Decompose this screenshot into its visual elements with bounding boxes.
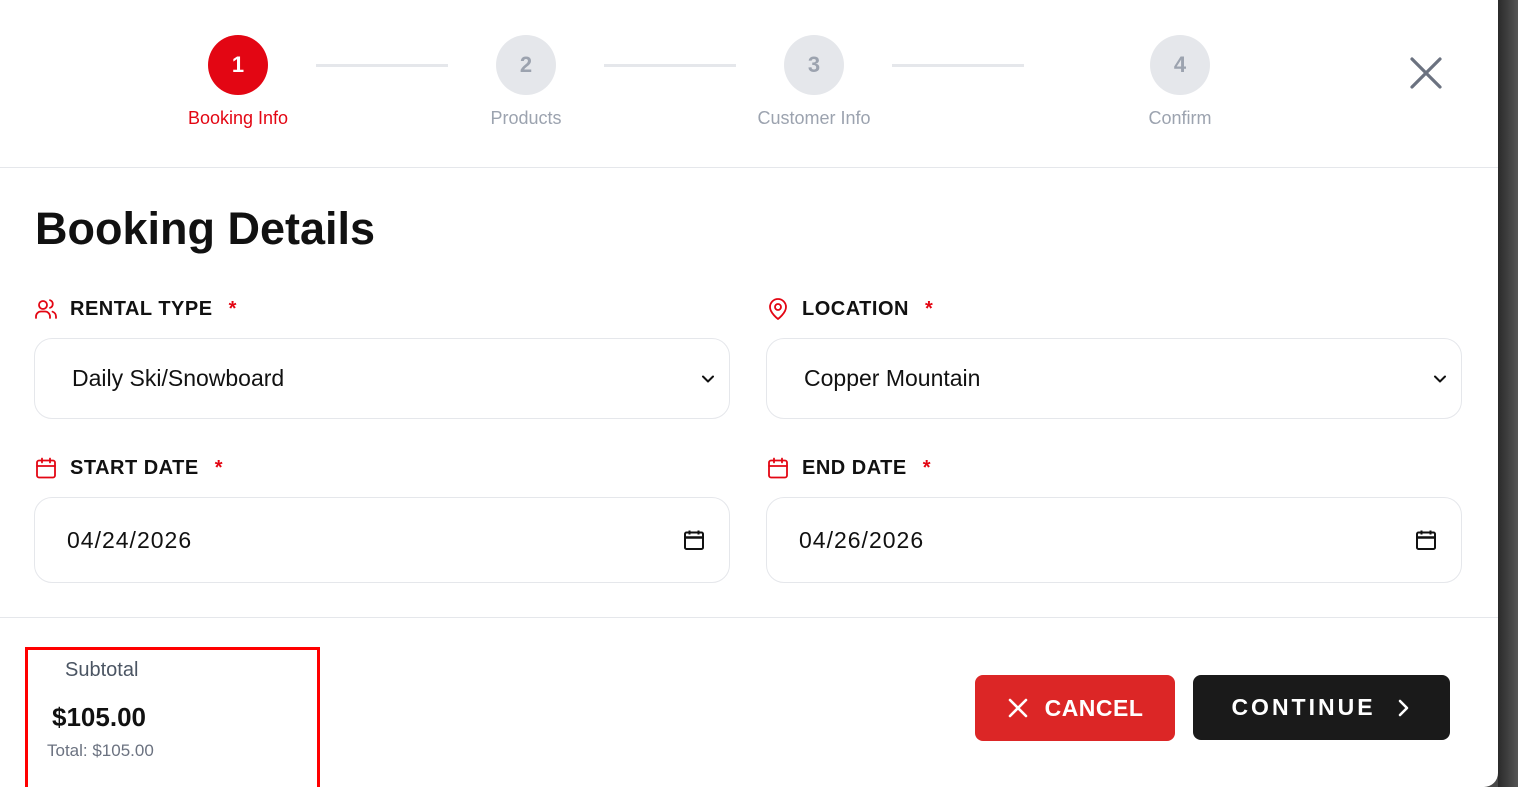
page-title: Booking Details: [35, 203, 376, 254]
stepper: 1 Booking Info 2 Products 3 Customer Inf…: [0, 0, 1498, 168]
start-date-input[interactable]: 04/24/2026: [34, 497, 730, 583]
required-marker: *: [228, 297, 237, 320]
location-label-row: LOCATION *: [766, 294, 1462, 324]
subtotal-label: Subtotal: [65, 659, 139, 681]
required-marker: *: [214, 456, 223, 479]
calendar-picker-icon[interactable]: [683, 529, 705, 551]
end-date-label: END DATE: [802, 456, 907, 479]
location-select[interactable]: Copper Mountain: [766, 338, 1462, 419]
step-connector: [892, 64, 1024, 67]
users-icon: [34, 297, 58, 321]
close-icon: [1410, 57, 1442, 89]
chevron-right-icon: [1376, 698, 1412, 718]
step-customer-info: 3 Customer Info: [734, 35, 894, 129]
end-date-label-row: END DATE *: [766, 453, 1462, 483]
calendar-icon: [34, 456, 58, 480]
rental-type-label: RENTAL TYPE: [70, 297, 213, 320]
step-products: 2 Products: [446, 35, 606, 129]
modal-backdrop[interactable]: [1498, 0, 1518, 787]
cancel-label: CANCEL: [1044, 694, 1144, 721]
location-value: Copper Mountain: [804, 365, 981, 391]
step-number: 1: [208, 35, 268, 95]
booking-modal: 1 Booking Info 2 Products 3 Customer Inf…: [0, 0, 1498, 787]
rental-type-select[interactable]: Daily Ski/Snowboard: [34, 338, 730, 419]
required-marker: *: [922, 456, 932, 479]
step-number: 3: [784, 35, 844, 95]
step-connector: [316, 64, 448, 67]
total-line: Total: $105.00: [47, 741, 154, 760]
map-pin-icon: [766, 297, 790, 321]
calendar-icon: [766, 456, 790, 480]
chevron-down-icon: [1434, 375, 1446, 382]
calendar-picker-icon[interactable]: [1415, 529, 1437, 551]
start-date-label-row: START DATE *: [34, 453, 730, 483]
rental-type-label-row: RENTAL TYPE *: [34, 294, 730, 324]
close-icon: [1007, 697, 1045, 719]
footer-divider: [0, 617, 1498, 618]
step-label: Booking Info: [187, 108, 289, 128]
start-date-field: START DATE * 04/24/2026: [34, 453, 730, 583]
continue-button[interactable]: CONTINUE: [1193, 675, 1450, 740]
subtotal-value: $105.00: [52, 702, 146, 732]
step-label: Products: [490, 108, 562, 128]
rental-type-field: RENTAL TYPE * Daily Ski/Snowboard: [34, 294, 730, 419]
end-date-field: END DATE * 04/26/2026: [766, 453, 1462, 583]
step-number: 4: [1150, 35, 1210, 95]
step-confirm: 4 Confirm: [1100, 35, 1260, 129]
close-button[interactable]: [1405, 52, 1447, 94]
rental-type-value: Daily Ski/Snowboard: [72, 365, 285, 391]
subtotal-panel: Subtotal $105.00 Total: $105.00: [25, 647, 320, 787]
step-number: 2: [496, 35, 556, 95]
location-field: LOCATION * Copper Mountain: [766, 294, 1462, 419]
cancel-button[interactable]: CANCEL: [975, 675, 1175, 741]
end-date-input[interactable]: 04/26/2026: [766, 497, 1462, 583]
step-label: Confirm: [1148, 108, 1212, 128]
continue-label: CONTINUE: [1231, 694, 1376, 720]
location-label: LOCATION: [802, 297, 909, 320]
required-marker: *: [924, 297, 934, 320]
chevron-down-icon: [702, 375, 714, 382]
step-booking-info: 1 Booking Info: [158, 35, 318, 129]
start-date-label: START DATE: [70, 456, 199, 479]
step-label: Customer Info: [757, 108, 871, 128]
end-date-value: 04/26/2026: [799, 526, 925, 553]
start-date-value: 04/24/2026: [67, 526, 193, 553]
step-connector: [604, 64, 736, 67]
